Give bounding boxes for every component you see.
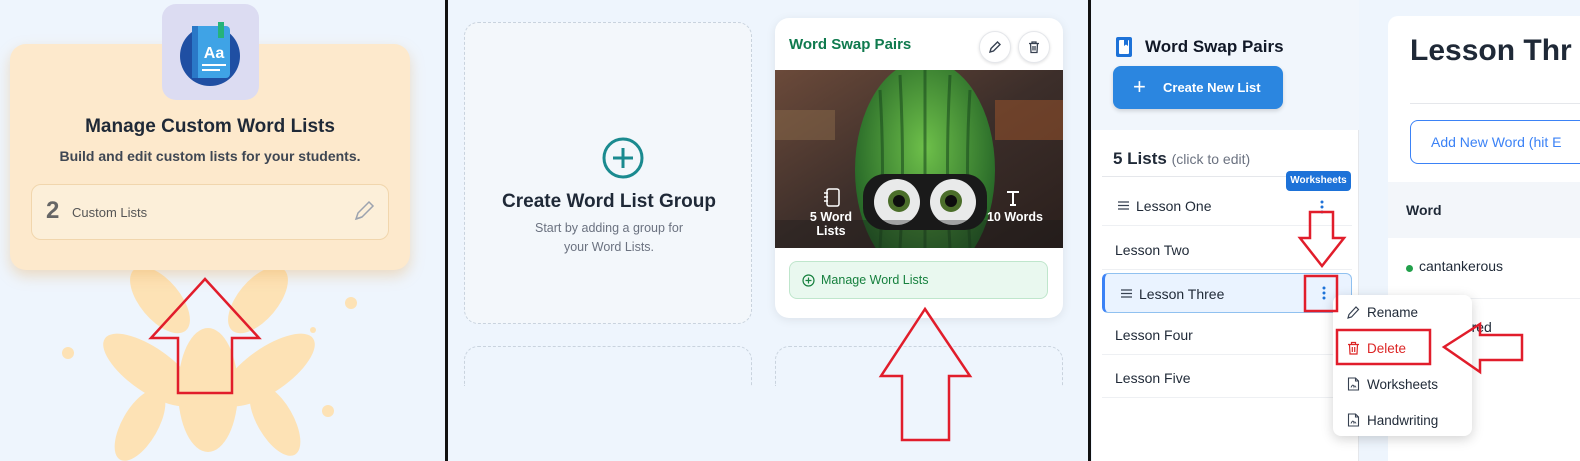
list-item[interactable]: Lesson Four (1102, 315, 1352, 355)
create-new-list-button[interactable]: + Create New List (1113, 66, 1283, 109)
add-new-word-button[interactable]: Add New Word (hit E (1410, 120, 1580, 164)
custom-lists-label: Custom Lists (72, 205, 148, 220)
book-tile: Aa (162, 4, 259, 100)
menu-item-label: Handwriting (1367, 413, 1439, 428)
manage-lists-title: Manage Custom Word Lists (85, 116, 335, 137)
words-count: 10 Words (986, 210, 1044, 224)
menu-item-delete[interactable]: Delete (1333, 332, 1472, 364)
pencil-icon (988, 41, 1001, 54)
custom-lists-count-box[interactable]: 2 Custom Lists (31, 184, 389, 240)
list-item-label: Lesson Five (1115, 370, 1191, 386)
list-title: Lesson Thr (1410, 34, 1572, 67)
kebab-menu-icon[interactable] (1322, 286, 1326, 300)
menu-item-label: Worksheets (1367, 377, 1439, 392)
plus-circle-icon (802, 274, 815, 287)
edit-group-button[interactable] (979, 31, 1011, 63)
list-context-menu: Rename Delete Worksheets Handwriting (1333, 295, 1472, 436)
placeholder-card (464, 346, 752, 386)
panel-separator (1088, 0, 1091, 461)
manage-word-lists-button[interactable]: Manage Word Lists (789, 261, 1048, 299)
trash-icon (1029, 41, 1039, 54)
manage-word-lists-label: Manage Word Lists (821, 273, 929, 287)
lists-hint: (click to edit) (1171, 151, 1251, 167)
pdf-file-icon (1347, 413, 1360, 427)
column-header-word: Word (1406, 202, 1442, 218)
drag-handle-icon[interactable] (1118, 201, 1129, 210)
list-editor-panel: Word Swap Pairs + Create New List 5 List… (1092, 0, 1580, 461)
list-item[interactable]: Lesson Two (1102, 230, 1352, 270)
screenshot-collage: Aa Manage Custom Word Lists Build and ed… (0, 0, 1580, 461)
plus-circle-icon (602, 137, 644, 179)
table-header: Word (1388, 182, 1580, 238)
create-group-title: Create Word List Group (502, 191, 716, 212)
menu-item-handwriting[interactable]: Handwriting (1333, 404, 1472, 436)
word-lists-count: 5 Word Lists (809, 210, 853, 238)
manage-lists-subtitle: Build and edit custom lists for your stu… (59, 148, 361, 164)
divider (1410, 103, 1580, 104)
create-group-card[interactable]: Create Word List Group Start by adding a… (464, 22, 752, 324)
kebab-menu-icon[interactable] (1320, 200, 1324, 214)
list-item[interactable]: Lesson Five (1102, 358, 1352, 398)
list-item[interactable]: Lesson One (1102, 186, 1352, 226)
panel-separator (445, 0, 448, 461)
plus-icon: + (1133, 74, 1146, 99)
table-row[interactable]: cantankerous (1388, 238, 1580, 298)
create-group-subtitle: Start by adding a group for your Word Li… (534, 221, 683, 254)
notebook-icon (824, 188, 840, 207)
sidebar-header: Word Swap Pairs + Create New List (1092, 0, 1359, 130)
list-item-label: Lesson Three (1139, 286, 1225, 302)
add-new-word-label: Add New Word (hit E (1431, 134, 1562, 150)
manage-lists-panel: Aa Manage Custom Word Lists Build and ed… (0, 0, 446, 461)
create-new-list-label: Create New List (1163, 80, 1261, 95)
book-icon (1116, 37, 1132, 57)
dictionary-book-icon: Aa (180, 22, 240, 86)
text-icon (1007, 191, 1019, 206)
lists-heading: 5 Lists (click to edit) (1113, 149, 1250, 169)
pencil-icon[interactable] (350, 199, 376, 225)
word-list-groups-panel: Create Word List Group Start by adding a… (449, 0, 1089, 461)
menu-item-rename[interactable]: Rename (1333, 296, 1472, 328)
trash-icon (1348, 341, 1359, 355)
word-cell: cantankerous (1419, 258, 1504, 274)
lists-count: 5 Lists (1113, 149, 1167, 168)
delete-group-button[interactable] (1018, 31, 1050, 63)
list-item-label: Lesson One (1136, 198, 1212, 214)
list-item-selected[interactable]: Lesson Three (1102, 273, 1352, 313)
list-item-label: Lesson Four (1115, 327, 1193, 343)
status-dot (1406, 265, 1413, 272)
group-title: Word Swap Pairs (789, 36, 912, 53)
drag-handle-icon[interactable] (1121, 289, 1132, 298)
menu-item-label: Rename (1367, 305, 1419, 320)
menu-item-worksheets[interactable]: Worksheets (1333, 368, 1472, 400)
word-group-card[interactable]: Word Swap Pairs 5 Word Lists 10 Words Ma… (775, 18, 1063, 318)
pdf-file-icon (1347, 377, 1360, 391)
svg-text:Aa: Aa (204, 45, 225, 62)
menu-item-label: Delete (1367, 341, 1407, 356)
custom-lists-count: 2 (46, 197, 60, 224)
pencil-icon (1347, 306, 1360, 319)
list-item-label: Lesson Two (1115, 242, 1190, 258)
placeholder-card (775, 346, 1063, 386)
app-title: Word Swap Pairs (1145, 37, 1284, 56)
